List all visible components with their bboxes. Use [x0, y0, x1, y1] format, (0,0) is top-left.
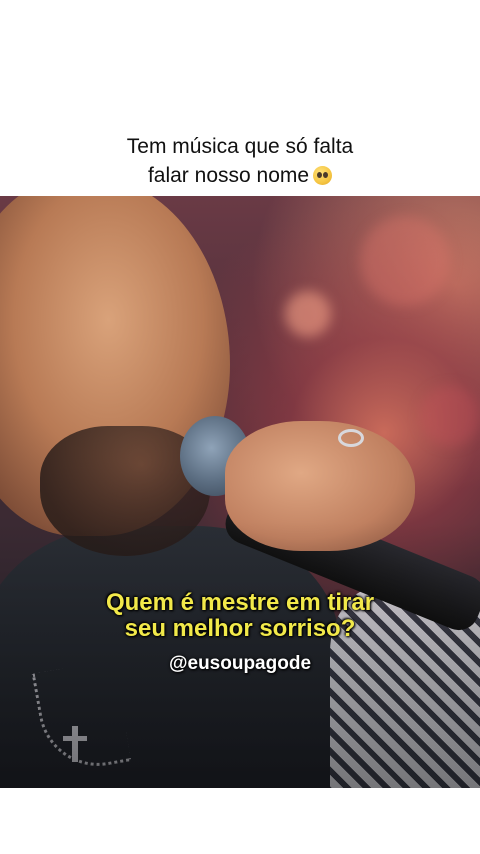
video-subtitle: Quem é mestre em tirar seu melhor sorris… — [0, 590, 480, 642]
caption-line-1: Tem música que só falta — [126, 135, 354, 158]
subtitle-line-1: Quem é mestre em tirar — [105, 589, 375, 616]
video-player[interactable]: Quem é mestre em tirar seu melhor sorris… — [0, 196, 480, 788]
subtitle-line-2: seu melhor sorriso? — [124, 615, 356, 642]
video-vignette — [0, 196, 480, 788]
pleading-face-emoji-icon — [313, 166, 333, 185]
creator-handle: @eusoupagode — [168, 653, 312, 674]
caption-line-2-wrap: falar nosso nome — [0, 161, 480, 190]
post-caption: Tem música que só falta falar nosso nome — [0, 132, 480, 190]
caption-line-2: falar nosso nome — [147, 164, 310, 187]
